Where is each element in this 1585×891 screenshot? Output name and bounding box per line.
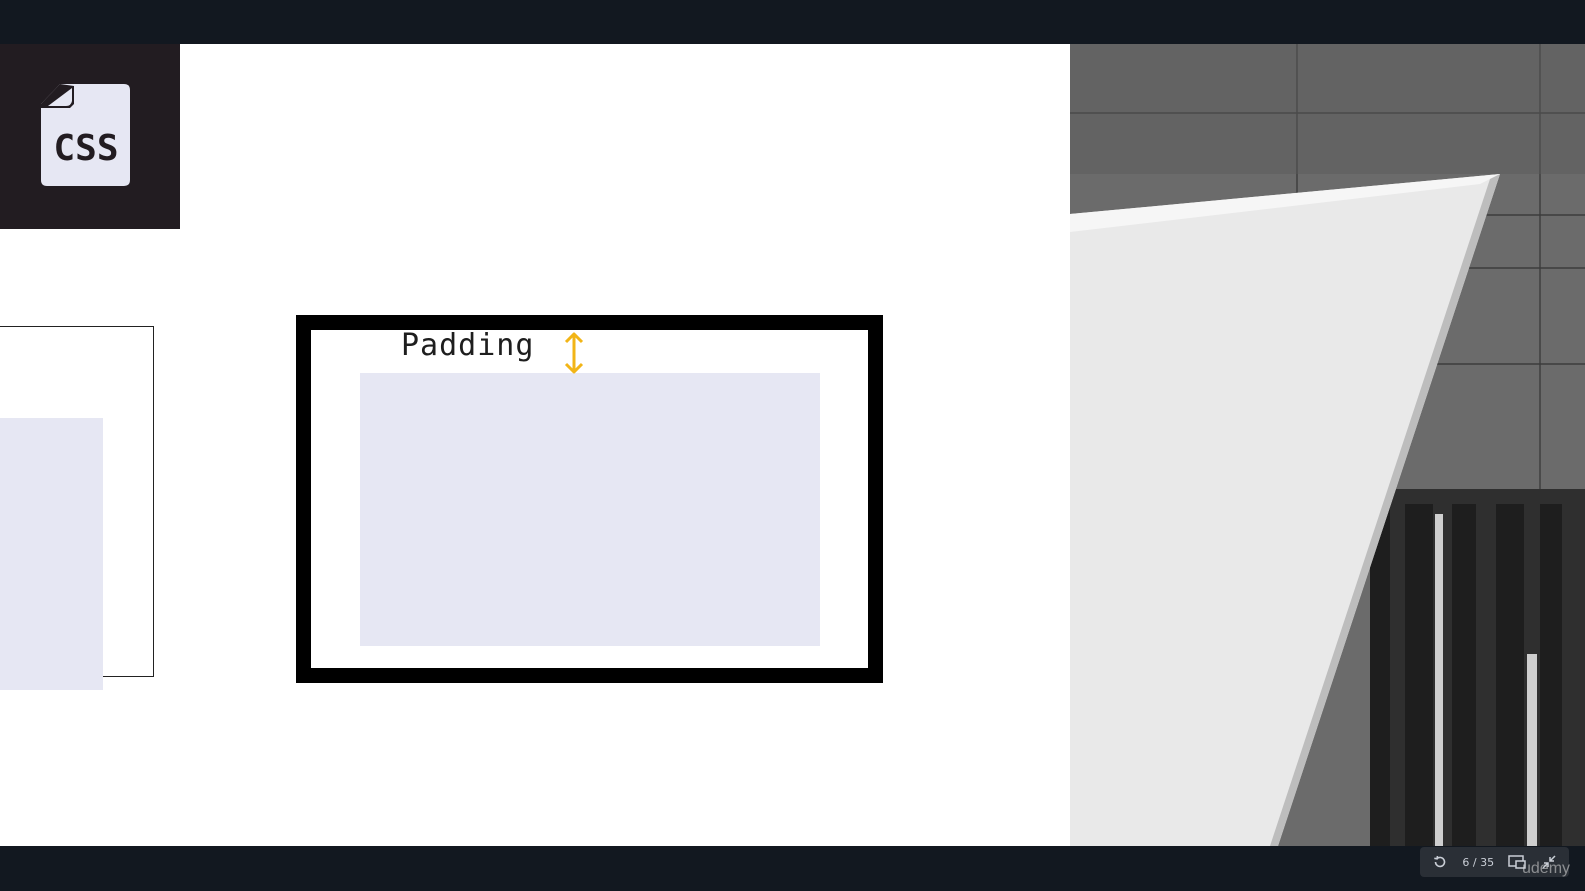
slide: CSS Padding bbox=[0, 44, 1585, 846]
box-model-content-left bbox=[0, 418, 103, 690]
box-model-content-area bbox=[360, 373, 820, 646]
double-arrow-vertical-icon bbox=[564, 332, 584, 374]
page-indicator: 6 / 35 bbox=[1462, 855, 1495, 869]
css-logo-badge: CSS bbox=[0, 44, 180, 229]
letterbox-top bbox=[0, 0, 1585, 44]
udemy-watermark: udemy bbox=[1522, 860, 1571, 877]
architecture-photo bbox=[1070, 44, 1585, 846]
letterbox-bottom bbox=[0, 846, 1585, 891]
padding-label: Padding bbox=[401, 328, 535, 363]
css-file-icon: CSS bbox=[41, 84, 130, 186]
replay-icon[interactable] bbox=[1430, 852, 1450, 872]
css-logo-text: CSS bbox=[53, 128, 118, 169]
